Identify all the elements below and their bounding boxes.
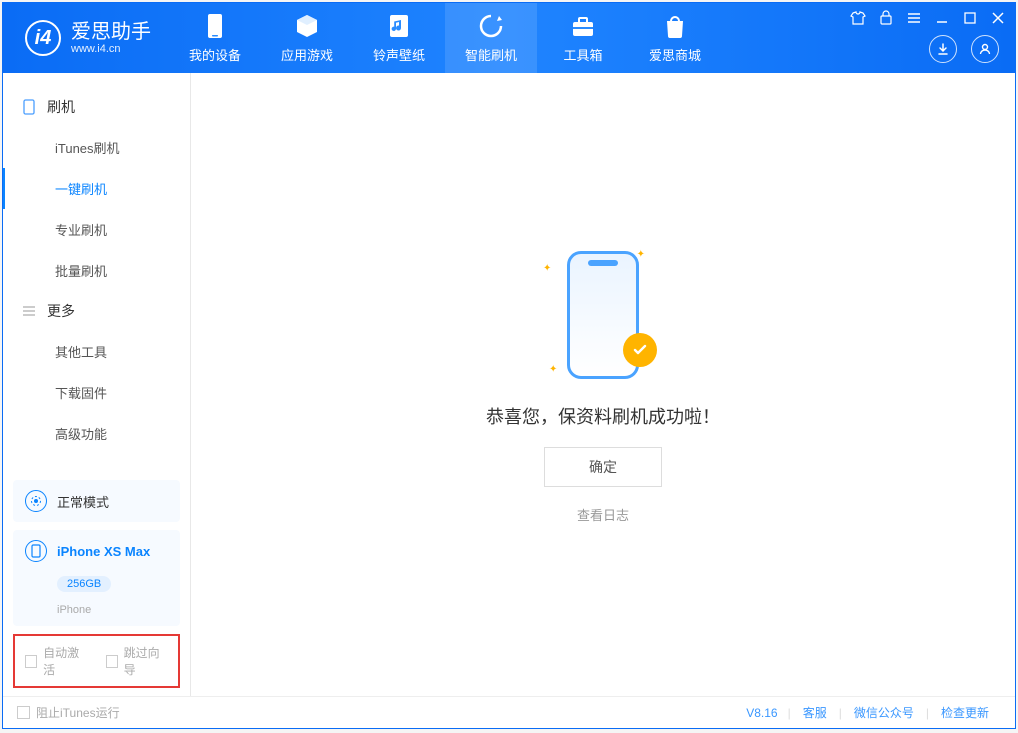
side-nav: 刷机 iTunes刷机 一键刷机 专业刷机 批量刷机 更多 其他工具 下载固件 …: [3, 73, 190, 472]
sidebar-item-batch-flash[interactable]: 批量刷机: [3, 250, 190, 291]
wechat-link[interactable]: 微信公众号: [854, 704, 914, 721]
ok-button[interactable]: 确定: [544, 447, 662, 487]
group-more-header: 更多: [3, 291, 190, 331]
bag-icon: [662, 13, 688, 39]
app-title: 爱思助手: [71, 21, 151, 43]
device-icon: [202, 13, 228, 39]
sparkle-icon: ✦: [637, 249, 645, 260]
nav-my-device[interactable]: 我的设备: [169, 3, 261, 73]
close-icon[interactable]: [989, 9, 1007, 27]
device-type: iPhone: [57, 604, 168, 616]
toolbox-icon: [570, 13, 596, 39]
nav-store[interactable]: 爱思商城: [629, 3, 721, 73]
checkbox-block-itunes[interactable]: 阻止iTunes运行: [17, 704, 120, 721]
checkbox-skip-guide[interactable]: 跳过向导: [106, 644, 169, 678]
support-link[interactable]: 客服: [803, 704, 827, 721]
logo: i4 爱思助手 www.i4.cn: [3, 20, 169, 56]
top-nav: 我的设备 应用游戏 铃声壁纸 智能刷机 工具箱 爱思商城: [169, 3, 721, 73]
checkbox-icon: [25, 655, 37, 668]
app-window: i4 爱思助手 www.i4.cn 我的设备 应用游戏 铃声壁纸 智能刷机: [2, 2, 1016, 729]
sparkle-icon: ✦: [543, 263, 551, 274]
menu-icon[interactable]: [905, 9, 923, 27]
nav-ringtones[interactable]: 铃声壁纸: [353, 3, 445, 73]
view-log-link[interactable]: 查看日志: [577, 505, 629, 524]
list-icon: [21, 303, 37, 319]
sidebar: 刷机 iTunes刷机 一键刷机 专业刷机 批量刷机 更多 其他工具 下载固件 …: [3, 73, 191, 696]
phone-small-icon: [21, 99, 37, 115]
minimize-icon[interactable]: [933, 9, 951, 27]
device-storage: 256GB: [57, 576, 111, 592]
main-content: ✦ ✦ ✦ 恭喜您，保资料刷机成功啦！ 确定 查看日志: [191, 73, 1015, 696]
nav-flash[interactable]: 智能刷机: [445, 3, 537, 73]
version-label: V8.16: [746, 706, 777, 720]
device-card[interactable]: iPhone XS Max 256GB iPhone: [13, 530, 180, 626]
mode-card[interactable]: 正常模式: [13, 480, 180, 522]
success-message: 恭喜您，保资料刷机成功啦！: [486, 403, 720, 429]
mode-icon: [25, 490, 47, 512]
titlebar: i4 爱思助手 www.i4.cn 我的设备 应用游戏 铃声壁纸 智能刷机: [3, 3, 1015, 73]
logo-icon: i4: [25, 20, 61, 56]
flash-options-highlight: 自动激活 跳过向导: [13, 634, 180, 688]
device-name: iPhone XS Max: [57, 544, 150, 559]
group-flash-header: 刷机: [3, 87, 190, 127]
maximize-icon[interactable]: [961, 9, 979, 27]
nav-toolbox[interactable]: 工具箱: [537, 3, 629, 73]
sparkle-icon: ✦: [549, 364, 557, 375]
sidebar-item-pro-flash[interactable]: 专业刷机: [3, 209, 190, 250]
sidebar-item-advanced[interactable]: 高级功能: [3, 413, 190, 454]
sidebar-item-oneclick-flash[interactable]: 一键刷机: [3, 168, 190, 209]
user-button[interactable]: [971, 35, 999, 63]
music-icon: [386, 13, 412, 39]
nav-apps[interactable]: 应用游戏: [261, 3, 353, 73]
titlebar-actions: [929, 35, 999, 63]
checkbox-icon: [106, 655, 118, 668]
cube-icon: [294, 13, 320, 39]
checkbox-icon: [17, 706, 30, 719]
window-controls: [849, 9, 1007, 27]
statusbar: 阻止iTunes运行 V8.16 | 客服 | 微信公众号 | 检查更新: [3, 696, 1015, 728]
check-badge-icon: [623, 333, 657, 367]
lock-icon[interactable]: [877, 9, 895, 27]
sidebar-item-other-tools[interactable]: 其他工具: [3, 331, 190, 372]
download-button[interactable]: [929, 35, 957, 63]
checkbox-auto-activate[interactable]: 自动激活: [25, 644, 88, 678]
check-update-link[interactable]: 检查更新: [941, 704, 989, 721]
sidebar-item-itunes-flash[interactable]: iTunes刷机: [3, 127, 190, 168]
app-subtitle: www.i4.cn: [71, 43, 151, 55]
sidebar-item-download-firmware[interactable]: 下载固件: [3, 372, 190, 413]
side-cards: 正常模式 iPhone XS Max 256GB iPhone 自动激活 跳过向: [3, 472, 190, 696]
device-small-icon: [25, 540, 47, 562]
body: 刷机 iTunes刷机 一键刷机 专业刷机 批量刷机 更多 其他工具 下载固件 …: [3, 73, 1015, 696]
tshirt-icon[interactable]: [849, 9, 867, 27]
success-illustration: ✦ ✦ ✦: [543, 245, 663, 385]
refresh-icon: [478, 13, 504, 39]
